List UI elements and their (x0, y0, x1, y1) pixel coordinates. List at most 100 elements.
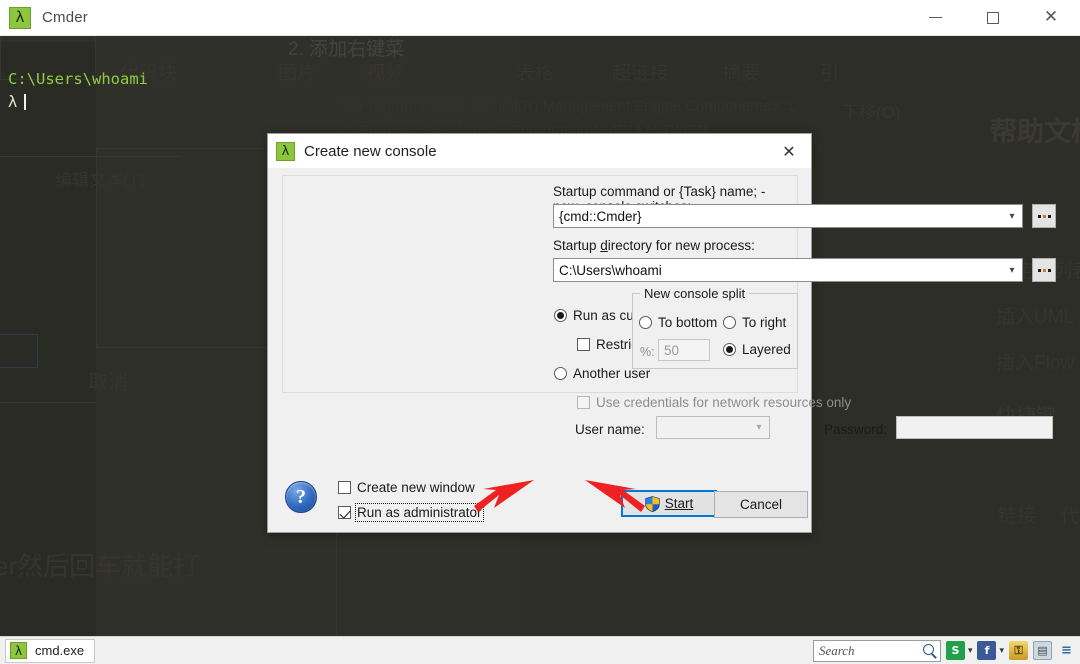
radio-indicator (554, 367, 567, 380)
ghost-blue-box (0, 334, 38, 368)
sogou-input-icon[interactable]: S (945, 641, 965, 660)
prompt-path: C:\Users\whoami (8, 70, 148, 88)
start-button-label: Start (665, 496, 694, 511)
startup-command-input[interactable]: {cmd::Cmder} ▾ (553, 204, 1023, 228)
password-input (896, 416, 1053, 439)
ghost-text-15: 代 (1060, 506, 1080, 527)
user-name-label: User name: (575, 422, 645, 437)
radio-indicator (554, 309, 567, 322)
user-name-input: ▾ (656, 416, 770, 439)
split-to-bottom-label: To bottom (658, 315, 718, 330)
dialog-title: Create new console (304, 142, 437, 160)
lambda-icon: λ (9, 6, 31, 29)
text-caret (24, 94, 27, 110)
use-credentials-checkbox: Use credentials for network resources on… (577, 395, 851, 410)
maximize-button[interactable] (964, 0, 1022, 36)
ghost-line-2 (0, 402, 96, 403)
chevron-down-icon[interactable]: ▾ (1002, 265, 1022, 276)
ghost-text-18: 插入Flow (996, 353, 1075, 374)
lambda-icon: λ (10, 642, 27, 659)
dir-label-post: irectory for new process: (607, 238, 755, 253)
checkbox-indicator (577, 338, 590, 351)
ghost-text-7: C:\Program Files\Intel\Intel(R) Manageme… (340, 98, 797, 115)
maximize-icon (987, 11, 999, 24)
search-placeholder: Search (818, 642, 855, 658)
split-to-bottom-radio[interactable]: To bottom (639, 315, 717, 330)
ghost-text-9: 下移(O) (842, 103, 901, 122)
ghost-text-3: 表格 (516, 63, 555, 84)
create-new-window-label: Create new window (357, 480, 475, 495)
ghost-text-6: 引 (820, 63, 840, 84)
split-to-right-radio[interactable]: To right (723, 315, 786, 330)
close-icon: ✕ (1043, 7, 1059, 27)
startup-directory-browse-button[interactable] (1032, 258, 1056, 282)
settings-lines-icon[interactable]: ≡ (1057, 641, 1076, 660)
ghost-text-14: 链接 (998, 506, 1037, 527)
prompt-symbol: λ (8, 93, 18, 111)
ghost-text-19: er然后回车就能打 (0, 551, 200, 581)
cmder-window: λ Cmder ✕ 代码块 图片 视频 表格 超链接 摘要 引 C:\Progr… (0, 0, 1080, 664)
ghost-text-10: 编辑文本(T)... (55, 171, 159, 190)
cancel-button-label: Cancel (739, 497, 783, 512)
ghost-text-17: 插入UML (996, 307, 1075, 328)
ghost-text-5: 摘要 (722, 63, 761, 84)
uac-shield-icon (645, 495, 660, 512)
start-button[interactable]: Start (621, 490, 717, 517)
caret-down-icon-2[interactable]: ▾ (999, 646, 1004, 656)
ghost-text-20: 2. 添加右键菜 (288, 39, 405, 60)
checkbox-indicator (338, 506, 351, 519)
checkbox-indicator (338, 481, 351, 494)
create-new-window-checkbox[interactable]: Create new window (338, 480, 475, 495)
dir-label-pre: Startup (553, 238, 601, 253)
radio-indicator (723, 316, 736, 329)
window-controls: ✕ (906, 0, 1080, 36)
ghost-line-1 (0, 156, 180, 157)
help-button[interactable]: ? (285, 481, 317, 513)
ghost-text-4: 超链接 (612, 63, 670, 84)
split-layered-radio[interactable]: Layered (723, 342, 791, 357)
ghost-text-11: 取消 (88, 372, 128, 394)
window-layout-icon[interactable]: ▤ (1033, 641, 1052, 660)
startup-command-value: {cmd::Cmder} (559, 208, 642, 224)
startup-directory-input[interactable]: C:\Users\whoami ▾ (553, 258, 1023, 282)
checkbox-indicator (577, 396, 590, 409)
split-layered-label: Layered (742, 342, 791, 357)
facebook-icon[interactable]: f (977, 641, 997, 660)
use-credentials-label: Use credentials for network resources on… (596, 395, 852, 410)
start-label-text: Start (664, 496, 694, 511)
minimize-icon (928, 17, 942, 18)
startup-directory-label: Startup directory for new process: (553, 238, 755, 253)
minimize-button[interactable] (906, 0, 964, 36)
startup-directory-value: C:\Users\whoami (559, 262, 662, 278)
ghost-panel-topleft (0, 36, 96, 42)
split-to-right-label: To right (742, 315, 787, 330)
split-percent-input: 50 (658, 339, 710, 361)
cancel-button[interactable]: Cancel (714, 491, 808, 518)
ghost-text-12: 帮助文档 (990, 117, 1080, 147)
window-title: Cmder (42, 9, 89, 26)
lock-keys-icon[interactable]: ⚿ (1009, 641, 1028, 660)
new-console-split-group (632, 293, 798, 369)
console-tab-cmd[interactable]: λ cmd.exe (5, 638, 96, 663)
status-bar-right: Search S ▾ f ▾ ⚿ ▤ ≡ (812, 637, 1080, 664)
create-new-console-dialog: λ Create new console ✕ Startup command o… (267, 133, 1056, 533)
ghost-text-2: 视频 (366, 63, 405, 84)
run-as-administrator-checkbox[interactable]: Run as administrator (338, 503, 484, 522)
radio-indicator (639, 316, 652, 329)
startup-command-browse-button[interactable] (1032, 204, 1056, 228)
dialog-close-button[interactable]: ✕ (767, 134, 811, 168)
chevron-down-icon[interactable]: ▾ (1002, 211, 1022, 222)
status-bar: λ cmd.exe Search S ▾ f ▾ ⚿ ▤ ≡ (0, 636, 1080, 664)
dir-label-key: d (600, 238, 608, 253)
tab-label: cmd.exe (35, 643, 85, 658)
split-percent-value: 50 (664, 342, 680, 358)
chevron-down-icon: ▾ (756, 422, 762, 433)
dialog-titlebar: λ Create new console ✕ (268, 134, 811, 168)
radio-indicator (723, 343, 736, 356)
console-prompt: C:\Users\whoami λ (8, 68, 148, 114)
search-input[interactable]: Search (812, 639, 941, 662)
magnifier-icon[interactable] (922, 643, 938, 659)
lambda-icon: λ (276, 141, 295, 161)
close-button[interactable]: ✕ (1022, 0, 1080, 36)
caret-down-icon-1[interactable]: ▾ (968, 646, 973, 656)
